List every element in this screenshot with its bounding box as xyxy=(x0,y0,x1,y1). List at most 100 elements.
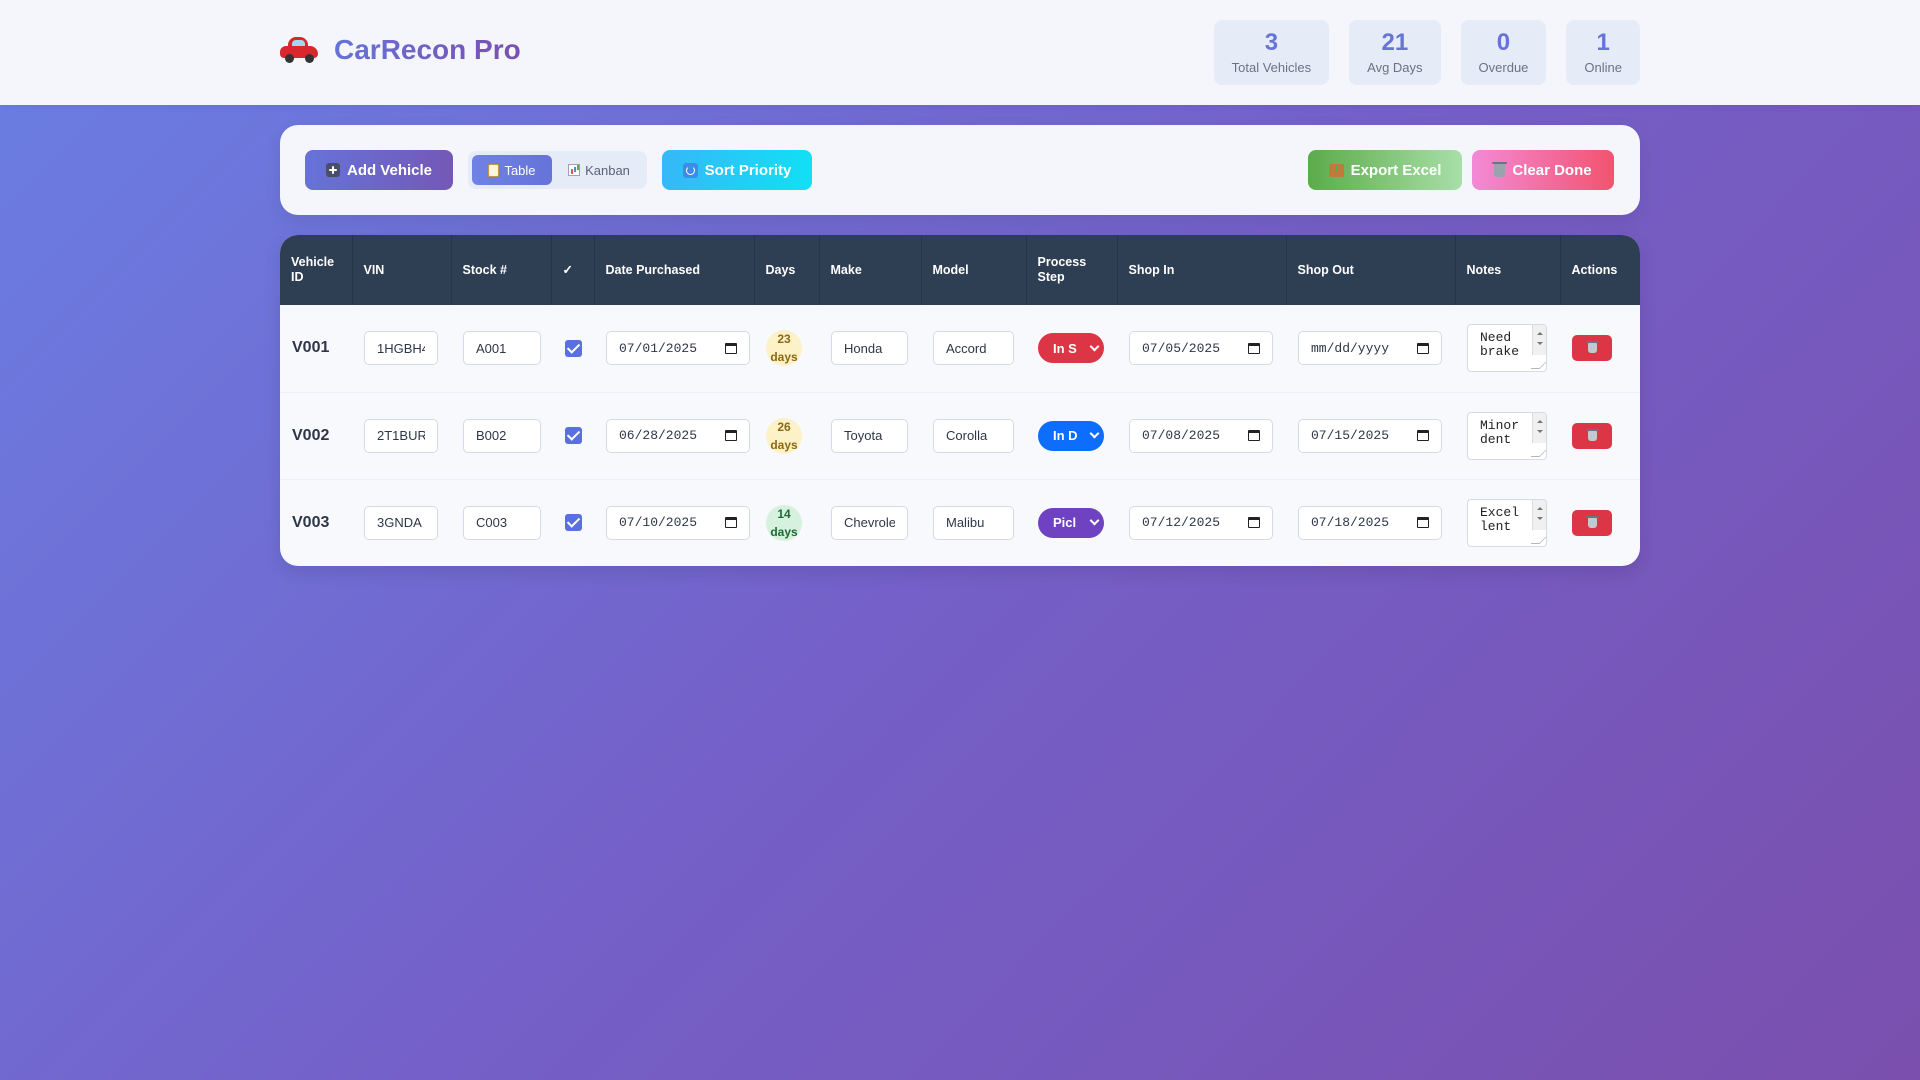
header-check[interactable]: ✓ xyxy=(551,235,595,305)
model-input[interactable] xyxy=(933,418,1014,453)
delete-row-button[interactable] xyxy=(1572,335,1612,362)
done-checkbox[interactable] xyxy=(565,339,582,357)
resize-grip-icon[interactable] xyxy=(1530,447,1546,457)
sync-icon xyxy=(682,162,698,178)
calendar-icon[interactable] xyxy=(1417,517,1429,529)
days-number: 26 xyxy=(777,419,791,434)
notes-text: Need brake xyxy=(1480,330,1520,360)
stat-value: 3 xyxy=(1264,29,1279,56)
view-kanban-button[interactable]: Kanban xyxy=(555,155,643,185)
process-step-select[interactable]: In S xyxy=(1038,333,1104,364)
calendar-icon[interactable] xyxy=(725,430,737,441)
date-purchased-input[interactable]: 07/01/2025 xyxy=(606,331,750,366)
process-step-select[interactable]: In D xyxy=(1038,420,1104,451)
trash-icon xyxy=(1492,161,1508,177)
calendar-icon[interactable] xyxy=(1248,517,1260,529)
calendar-icon[interactable] xyxy=(1248,342,1260,354)
notes-text: Minor dent xyxy=(1480,417,1520,447)
header-process-step[interactable]: Process Step xyxy=(1026,235,1118,305)
delete-row-button[interactable] xyxy=(1572,509,1612,536)
stat-avg-days: 21 Avg Days xyxy=(1349,20,1441,85)
header-days[interactable]: Days xyxy=(754,235,820,305)
stat-value: 21 xyxy=(1381,29,1409,56)
chevron-down-icon xyxy=(1089,428,1100,439)
done-checkbox[interactable] xyxy=(565,514,582,532)
vin-input[interactable] xyxy=(364,418,438,453)
shop-out-input[interactable]: mm/dd/yyyy xyxy=(1298,331,1442,366)
header-vehicle-id[interactable]: Vehicle ID xyxy=(280,235,353,305)
shop-out-input[interactable]: 07/15/2025 xyxy=(1298,418,1442,453)
shop-out-input[interactable]: 07/18/2025 xyxy=(1298,505,1442,540)
brand: CarRecon Pro xyxy=(280,34,521,66)
date-purchased-input[interactable]: 07/10/2025 xyxy=(606,505,750,540)
process-step-value: Picl xyxy=(1053,515,1077,531)
vehicle-id: V001 xyxy=(292,339,330,357)
scroll-arrows-icon[interactable] xyxy=(1532,325,1546,356)
trash-icon xyxy=(1585,341,1599,354)
date-value: 07/10/2025 xyxy=(619,515,698,531)
header-make[interactable]: Make xyxy=(819,235,922,305)
stock-input[interactable] xyxy=(463,418,541,453)
stat-value: 0 xyxy=(1496,29,1511,56)
header-model[interactable]: Model xyxy=(921,235,1027,305)
shop-in-input[interactable]: 07/12/2025 xyxy=(1129,505,1273,540)
header-notes[interactable]: Notes xyxy=(1455,235,1561,305)
clear-done-button[interactable]: Clear Done xyxy=(1472,150,1614,190)
date-value: mm/dd/yyyy xyxy=(1311,340,1390,356)
view-table-button[interactable]: Table xyxy=(472,155,552,185)
header-shop-in[interactable]: Shop In xyxy=(1117,235,1287,305)
export-excel-button[interactable]: Export Excel xyxy=(1308,150,1462,190)
header-stock[interactable]: Stock # xyxy=(451,235,552,305)
notes-textarea[interactable]: Excellent xyxy=(1467,498,1547,547)
calendar-icon[interactable] xyxy=(1417,342,1429,354)
model-input[interactable] xyxy=(933,505,1014,540)
bar-chart-icon xyxy=(568,164,581,176)
make-input[interactable] xyxy=(831,418,908,453)
sort-priority-button[interactable]: Sort Priority xyxy=(662,150,812,190)
stock-input[interactable] xyxy=(463,505,541,540)
scroll-arrows-icon[interactable] xyxy=(1532,499,1546,530)
add-vehicle-button[interactable]: Add Vehicle xyxy=(305,150,453,190)
calendar-icon[interactable] xyxy=(1248,430,1260,441)
scroll-arrows-icon[interactable] xyxy=(1532,412,1546,443)
make-input[interactable] xyxy=(831,505,908,540)
notes-textarea[interactable]: Need brake xyxy=(1467,324,1547,373)
process-step-select[interactable]: Picl xyxy=(1038,507,1104,538)
date-value: 07/01/2025 xyxy=(619,340,698,356)
date-purchased-input[interactable]: 06/28/2025 xyxy=(606,418,750,453)
plus-icon xyxy=(325,163,340,177)
sort-priority-label: Sort Priority xyxy=(704,161,792,179)
calendar-icon[interactable] xyxy=(1417,430,1429,441)
model-input[interactable] xyxy=(933,331,1014,366)
vin-input[interactable] xyxy=(364,505,438,540)
view-toggle: Table Kanban xyxy=(468,151,647,189)
resize-grip-icon[interactable] xyxy=(1530,534,1546,544)
date-value: 07/18/2025 xyxy=(1311,515,1390,531)
date-value: 07/08/2025 xyxy=(1142,428,1221,443)
header-date-purchased[interactable]: Date Purchased xyxy=(594,235,755,305)
process-step-value: In S xyxy=(1053,340,1077,356)
table-row: V001 07/01/2025 23 days In S 07/05/2025 m… xyxy=(280,305,1640,393)
delete-row-button[interactable] xyxy=(1572,422,1612,449)
days-badge: 26 days xyxy=(766,417,802,454)
calendar-icon[interactable] xyxy=(725,342,737,354)
header-shop-out[interactable]: Shop Out xyxy=(1286,235,1456,305)
resize-grip-icon[interactable] xyxy=(1530,360,1546,370)
stat-label: Online xyxy=(1584,60,1622,75)
notes-textarea[interactable]: Minor dent xyxy=(1467,411,1547,460)
stock-input[interactable] xyxy=(463,331,541,366)
days-unit: days xyxy=(770,437,798,452)
shop-in-input[interactable]: 07/05/2025 xyxy=(1129,331,1273,366)
done-checkbox[interactable] xyxy=(565,427,582,444)
make-input[interactable] xyxy=(831,331,908,366)
app-header: CarRecon Pro 3 Total Vehicles 21 Avg Day… xyxy=(0,0,1920,105)
date-value: 06/28/2025 xyxy=(619,428,698,443)
header-vin[interactable]: VIN xyxy=(352,235,452,305)
table-row: V003 07/10/2025 14 days Picl 07/12/2025 0… xyxy=(280,479,1640,566)
vin-input[interactable] xyxy=(364,331,438,366)
shop-in-input[interactable]: 07/08/2025 xyxy=(1129,418,1273,453)
stats-bar: 3 Total Vehicles 21 Avg Days 0 Overdue 1… xyxy=(1213,20,1640,85)
days-badge: 23 days xyxy=(766,330,802,367)
trash-icon xyxy=(1585,515,1599,528)
calendar-icon[interactable] xyxy=(725,517,737,529)
